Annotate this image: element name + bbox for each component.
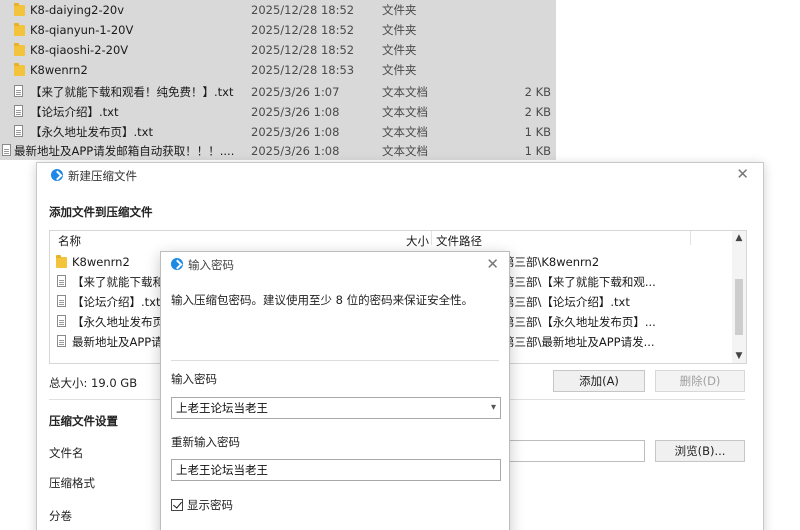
password-label: 输入密码 (171, 372, 217, 386)
file-size: 2 KB (524, 85, 551, 99)
column-header-size[interactable]: 大小 (406, 231, 429, 251)
file-explorer-list: K8-daiying2-20v 2025/12/28 18:52 文件夹 K8-… (0, 0, 556, 160)
file-type: 文本文档 (382, 85, 428, 99)
file-size: 1 KB (524, 144, 551, 158)
section-heading-add-files: 添加文件到压缩文件 (49, 205, 153, 219)
folder-icon (56, 255, 67, 268)
add-button[interactable]: 添加(A) (553, 370, 645, 392)
folder-icon (14, 63, 25, 76)
chevron-up-icon[interactable]: ▲ (732, 231, 746, 245)
split-volume-label: 分卷 (49, 509, 72, 523)
close-icon[interactable]: ✕ (736, 167, 749, 182)
folder-icon (14, 23, 25, 36)
file-list-header: 名称 大小 文件路径 (50, 231, 734, 251)
file-date: 2025/12/28 18:52 (251, 43, 355, 57)
list-item[interactable]: 【来了就能下载和观看！纯免费！】.txt 2025/3/26 1:07 文本文档… (0, 82, 556, 102)
text-file-icon (57, 275, 66, 287)
show-password-checkbox[interactable] (171, 499, 183, 511)
file-name: K8-qianyun-1-20V (30, 23, 134, 37)
app-logo-icon (51, 169, 63, 181)
file-type: 文件夹 (382, 3, 417, 17)
password-field[interactable]: ▾ (171, 397, 501, 419)
file-type: 文本文档 (382, 125, 428, 139)
file-size: 2 KB (524, 105, 551, 119)
file-name: 【论坛介绍】.txt (30, 105, 119, 119)
browse-button[interactable]: 浏览(B)... (655, 440, 745, 462)
filename-input[interactable] (509, 440, 645, 462)
folder-icon (14, 43, 25, 56)
file-name: 【来了就能下载和 (72, 275, 164, 289)
list-item[interactable]: K8-qianyun-1-20V 2025/12/28 18:52 文件夹 (0, 20, 556, 40)
file-name: K8wenrn2 (72, 255, 130, 269)
section-heading-settings: 压缩文件设置 (49, 414, 118, 428)
text-file-icon (14, 125, 23, 137)
file-name: 【论坛介绍】.txt (72, 295, 161, 309)
delete-button[interactable]: 删除(D) (655, 370, 745, 392)
text-file-icon (2, 144, 11, 156)
scrollbar-thumb[interactable] (735, 279, 743, 335)
file-date: 2025/3/26 1:08 (251, 144, 340, 158)
dialog-title: 输入密码 (188, 258, 234, 272)
list-item[interactable]: K8-daiying2-20v 2025/12/28 18:52 文件夹 (0, 0, 556, 20)
confirm-password-field[interactable] (171, 459, 501, 481)
close-icon[interactable]: ✕ (486, 255, 499, 273)
text-file-icon (57, 295, 66, 307)
column-divider (690, 231, 691, 245)
dialog-title: 新建压缩文件 (68, 169, 137, 183)
chevron-down-icon[interactable]: ▾ (491, 398, 496, 418)
file-date: 2025/3/26 1:08 (251, 105, 340, 119)
file-name: K8-daiying2-20v (30, 3, 125, 17)
vertical-scrollbar[interactable]: ▲ ▼ (732, 231, 746, 363)
file-date: 2025/3/26 1:07 (251, 85, 340, 99)
file-date: 2025/12/28 18:52 (251, 3, 355, 17)
dialog-titlebar (171, 258, 185, 272)
file-date: 2025/12/28 18:52 (251, 23, 355, 37)
file-name: K8-qiaoshi-2-20V (30, 43, 129, 57)
list-item[interactable]: 【论坛介绍】.txt 2025/3/26 1:08 文本文档 2 KB (0, 102, 556, 122)
list-item[interactable]: K8-qiaoshi-2-20V 2025/12/28 18:52 文件夹 (0, 40, 556, 60)
file-size: 1 KB (524, 125, 551, 139)
file-name: 【永久地址发布页】.txt (30, 125, 153, 139)
list-item[interactable]: 【永久地址发布页】.txt 2025/3/26 1:08 文本文档 1 KB (0, 122, 556, 142)
text-file-icon (14, 85, 23, 97)
list-item[interactable]: K8wenrn2 2025/12/28 18:53 文件夹 (0, 60, 556, 80)
show-password-label[interactable]: 显示密码 (187, 497, 233, 513)
file-type: 文件夹 (382, 63, 417, 77)
file-name: 最新地址及APP请发邮箱自动获取！！！.... (14, 144, 235, 158)
column-header-path[interactable]: 文件路径 (436, 231, 482, 251)
file-name: 【永久地址发布页 (72, 315, 164, 329)
filename-label: 文件名 (49, 446, 84, 460)
file-date: 2025/12/28 18:53 (251, 63, 355, 77)
divider (171, 360, 499, 361)
text-file-icon (57, 315, 66, 327)
text-file-icon (57, 335, 66, 347)
text-file-icon (14, 105, 23, 117)
file-type: 文本文档 (382, 144, 428, 158)
password-dialog: 输入密码 ✕ 输入压缩包密码。建议使用至少 8 位的密码来保证安全性。 输入密码… (160, 251, 510, 530)
file-name: 【来了就能下载和观看！纯免费！】.txt (30, 85, 234, 99)
file-type: 文件夹 (382, 43, 417, 57)
confirm-password-label: 重新输入密码 (171, 435, 240, 449)
file-name: K8wenrn2 (30, 63, 88, 77)
password-input[interactable] (176, 399, 476, 417)
file-date: 2025/3/26 1:08 (251, 125, 340, 139)
file-type: 文件夹 (382, 23, 417, 37)
total-size-label: 总大小: 19.0 GB (49, 376, 138, 390)
column-header-name[interactable]: 名称 (58, 231, 81, 251)
column-divider (431, 231, 432, 245)
file-type: 文本文档 (382, 105, 428, 119)
chevron-down-icon[interactable]: ▼ (732, 349, 746, 363)
format-label: 压缩格式 (49, 476, 95, 490)
folder-icon (14, 3, 25, 16)
app-logo-icon (171, 258, 183, 270)
password-hint-text: 输入压缩包密码。建议使用至少 8 位的密码来保证安全性。 (171, 293, 474, 307)
confirm-password-input[interactable] (176, 461, 476, 479)
list-item[interactable]: 最新地址及APP请发邮箱自动获取！！！.... 2025/3/26 1:08 文… (0, 141, 556, 161)
file-name: 最新地址及APP请发 (72, 335, 175, 349)
